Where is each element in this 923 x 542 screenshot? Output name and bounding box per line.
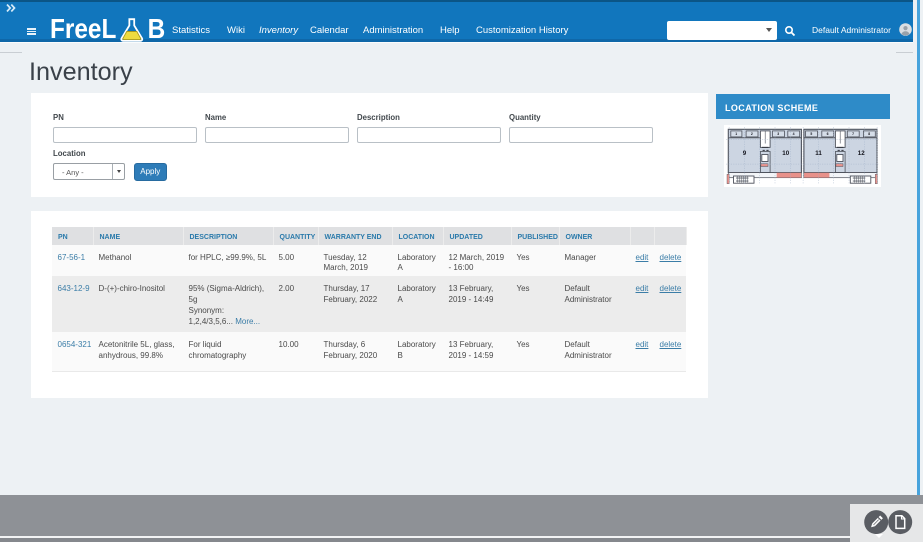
svg-text:2: 2: [751, 132, 753, 136]
svg-text:11: 11: [815, 150, 822, 157]
svg-text:9: 9: [743, 150, 747, 157]
svg-text:6: 6: [827, 132, 829, 136]
svg-text:3: 3: [777, 132, 779, 136]
svg-text:4: 4: [793, 132, 795, 136]
svg-text:10: 10: [782, 150, 789, 157]
svg-text:7: 7: [852, 132, 854, 136]
svg-text:1: 1: [735, 132, 737, 136]
svg-text:8: 8: [868, 132, 870, 136]
svg-text:5: 5: [810, 132, 812, 136]
svg-text:12: 12: [858, 150, 865, 157]
